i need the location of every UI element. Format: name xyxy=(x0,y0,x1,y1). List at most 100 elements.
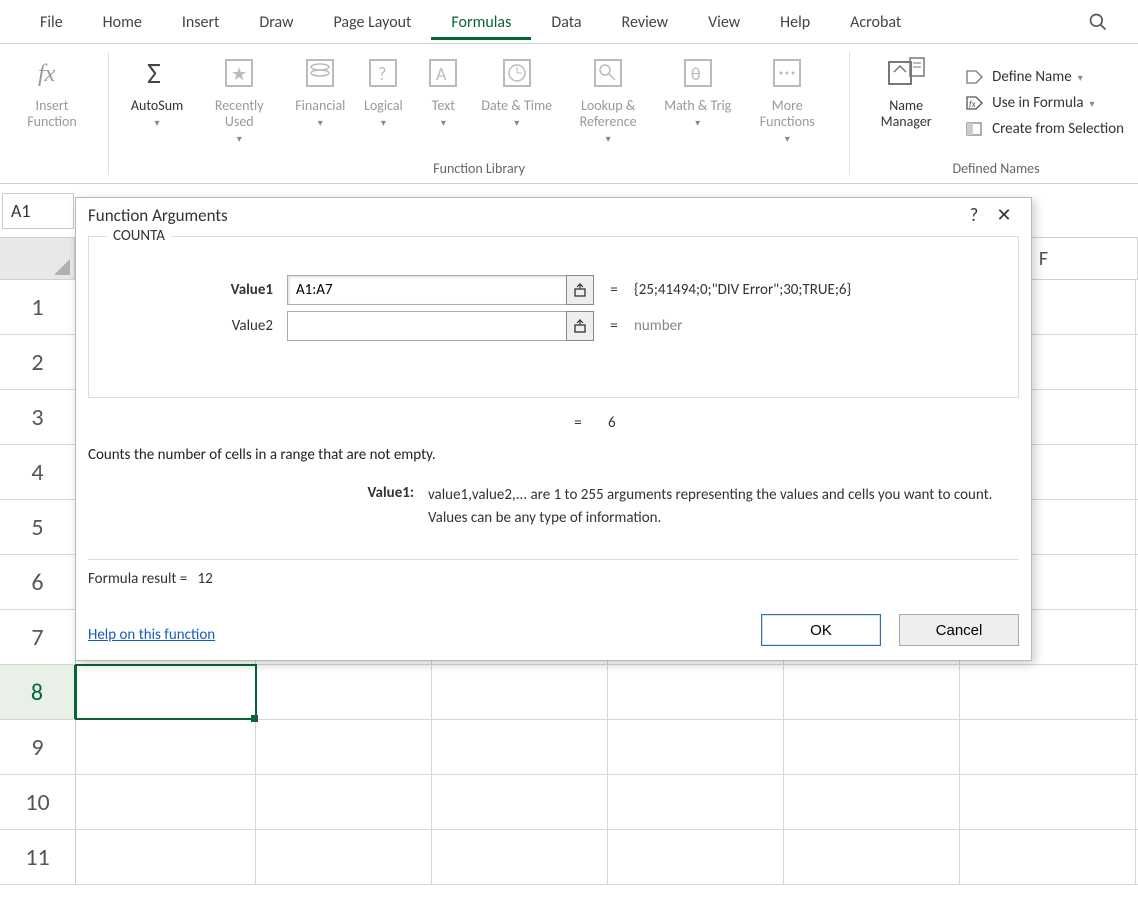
tab-help[interactable]: Help xyxy=(760,3,830,40)
ribbon-content: fx Insert Function Σ AutoSum ▾ ★ Recentl… xyxy=(0,44,1138,184)
autosum-button[interactable]: Σ AutoSum ▾ xyxy=(123,48,191,158)
cell[interactable] xyxy=(960,665,1136,719)
clock-icon xyxy=(500,52,534,94)
tab-acrobat[interactable]: Acrobat xyxy=(830,3,921,40)
cell[interactable] xyxy=(608,665,784,719)
selection-icon xyxy=(964,120,986,138)
ok-button[interactable]: OK xyxy=(761,614,881,646)
cell[interactable] xyxy=(432,720,608,774)
row-header[interactable]: 11 xyxy=(0,830,76,884)
value1-input[interactable] xyxy=(287,275,567,305)
equals-sign: = xyxy=(594,281,634,299)
row-header[interactable]: 4 xyxy=(0,445,76,499)
value2-input[interactable] xyxy=(287,311,567,341)
range-selector-button[interactable] xyxy=(566,311,594,341)
insert-function-button[interactable]: fx Insert Function xyxy=(4,48,100,158)
grid-row: 11 xyxy=(0,830,1138,885)
tab-page-layout[interactable]: Page Layout xyxy=(314,3,432,40)
cell[interactable] xyxy=(76,775,256,829)
row-header[interactable]: 5 xyxy=(0,500,76,554)
argument-description: Value1: value1,value2,... are 1 to 255 a… xyxy=(88,474,1019,549)
theta-icon: θ xyxy=(681,52,715,94)
svg-text:θ: θ xyxy=(691,63,701,85)
dialog-close-button[interactable]: ✕ xyxy=(989,204,1019,226)
name-manager-icon xyxy=(886,52,926,94)
chevron-down-icon: ▾ xyxy=(1090,97,1095,110)
preview-result: 6 xyxy=(608,414,616,432)
tab-draw[interactable]: Draw xyxy=(239,3,313,40)
date-time-button[interactable]: Date & Time ▾ xyxy=(473,48,560,158)
sigma-icon: Σ xyxy=(139,52,175,94)
use-in-formula-button[interactable]: fx Use in Formula ▾ xyxy=(960,90,1128,116)
row-header[interactable]: 2 xyxy=(0,335,76,389)
cell[interactable] xyxy=(608,720,784,774)
cell[interactable] xyxy=(76,830,256,884)
more-functions-button[interactable]: More Functions ▾ xyxy=(739,48,835,158)
formula-result-label: Formula result = 12 xyxy=(88,570,233,588)
select-all-corner[interactable] xyxy=(0,238,75,279)
cancel-button[interactable]: Cancel xyxy=(899,614,1019,646)
cell[interactable] xyxy=(784,830,960,884)
cell[interactable] xyxy=(960,720,1136,774)
svg-text:fx: fx xyxy=(38,61,56,87)
financial-button[interactable]: Financial ▾ xyxy=(287,48,353,158)
dialog-titlebar[interactable]: Function Arguments ? ✕ xyxy=(76,198,1031,236)
create-from-selection-button[interactable]: Create from Selection xyxy=(960,116,1128,142)
logical-button[interactable]: ? Logical ▾ xyxy=(353,48,413,158)
svg-text:?: ? xyxy=(378,63,386,85)
tab-view[interactable]: View xyxy=(688,3,760,40)
arg-desc-label: Value1: xyxy=(88,484,428,529)
cell[interactable] xyxy=(608,830,784,884)
logical-icon: ? xyxy=(366,52,400,94)
svg-text:fx: fx xyxy=(969,99,976,110)
search-icon[interactable] xyxy=(1078,2,1118,42)
cell[interactable] xyxy=(432,830,608,884)
cell[interactable] xyxy=(256,665,432,719)
star-icon: ★ xyxy=(222,52,256,94)
text-button[interactable]: A Text ▾ xyxy=(413,48,473,158)
row-header[interactable]: 7 xyxy=(0,610,76,664)
cell[interactable] xyxy=(608,775,784,829)
row-header[interactable]: 10 xyxy=(0,775,76,829)
cell[interactable] xyxy=(784,665,960,719)
cell[interactable] xyxy=(256,775,432,829)
tab-home[interactable]: Home xyxy=(83,3,162,40)
cell[interactable] xyxy=(960,830,1136,884)
chevron-down-icon: ▾ xyxy=(318,116,323,129)
row-header[interactable]: 9 xyxy=(0,720,76,774)
cell[interactable] xyxy=(432,665,608,719)
cell[interactable] xyxy=(784,775,960,829)
row-header[interactable]: 6 xyxy=(0,555,76,609)
lookup-reference-button[interactable]: Lookup & Reference ▾ xyxy=(560,48,656,158)
dialog-help-button[interactable]: ? xyxy=(959,204,989,226)
cell[interactable] xyxy=(432,775,608,829)
row-header[interactable]: 1 xyxy=(0,280,76,334)
cell[interactable] xyxy=(256,830,432,884)
tab-review[interactable]: Review xyxy=(602,3,689,40)
dialog-title: Function Arguments xyxy=(88,205,959,226)
cell[interactable] xyxy=(76,720,256,774)
cell[interactable] xyxy=(784,720,960,774)
cell[interactable] xyxy=(960,775,1136,829)
tag-icon xyxy=(964,68,986,86)
cell[interactable] xyxy=(256,720,432,774)
row-header[interactable]: 8 xyxy=(0,665,76,719)
tab-file[interactable]: File xyxy=(20,3,83,40)
math-trig-button[interactable]: θ Math & Trig ▾ xyxy=(656,48,739,158)
arguments-fieldset: COUNTA Value1 = {25;41494;0;"DIV Error";… xyxy=(88,236,1019,398)
name-box[interactable]: A1 xyxy=(2,193,74,229)
recently-used-button[interactable]: ★ Recently Used ▾ xyxy=(191,48,287,158)
value1-preview: {25;41494;0;"DIV Error";30;TRUE;6} xyxy=(634,281,851,299)
tab-insert[interactable]: Insert xyxy=(162,3,240,40)
arg-row-value2: Value2 = number xyxy=(107,311,1000,341)
define-name-button[interactable]: Define Name ▾ xyxy=(960,64,1128,90)
chevron-down-icon: ▾ xyxy=(514,116,519,129)
row-header[interactable]: 3 xyxy=(0,390,76,444)
tab-data[interactable]: Data xyxy=(531,3,601,40)
defined-names-label: Defined Names xyxy=(858,158,1134,181)
range-selector-button[interactable] xyxy=(566,275,594,305)
name-manager-button[interactable]: Name Manager xyxy=(858,48,954,158)
tab-formulas[interactable]: Formulas xyxy=(431,3,531,40)
cell[interactable] xyxy=(76,665,256,719)
help-on-function-link[interactable]: Help on this function xyxy=(88,626,215,644)
